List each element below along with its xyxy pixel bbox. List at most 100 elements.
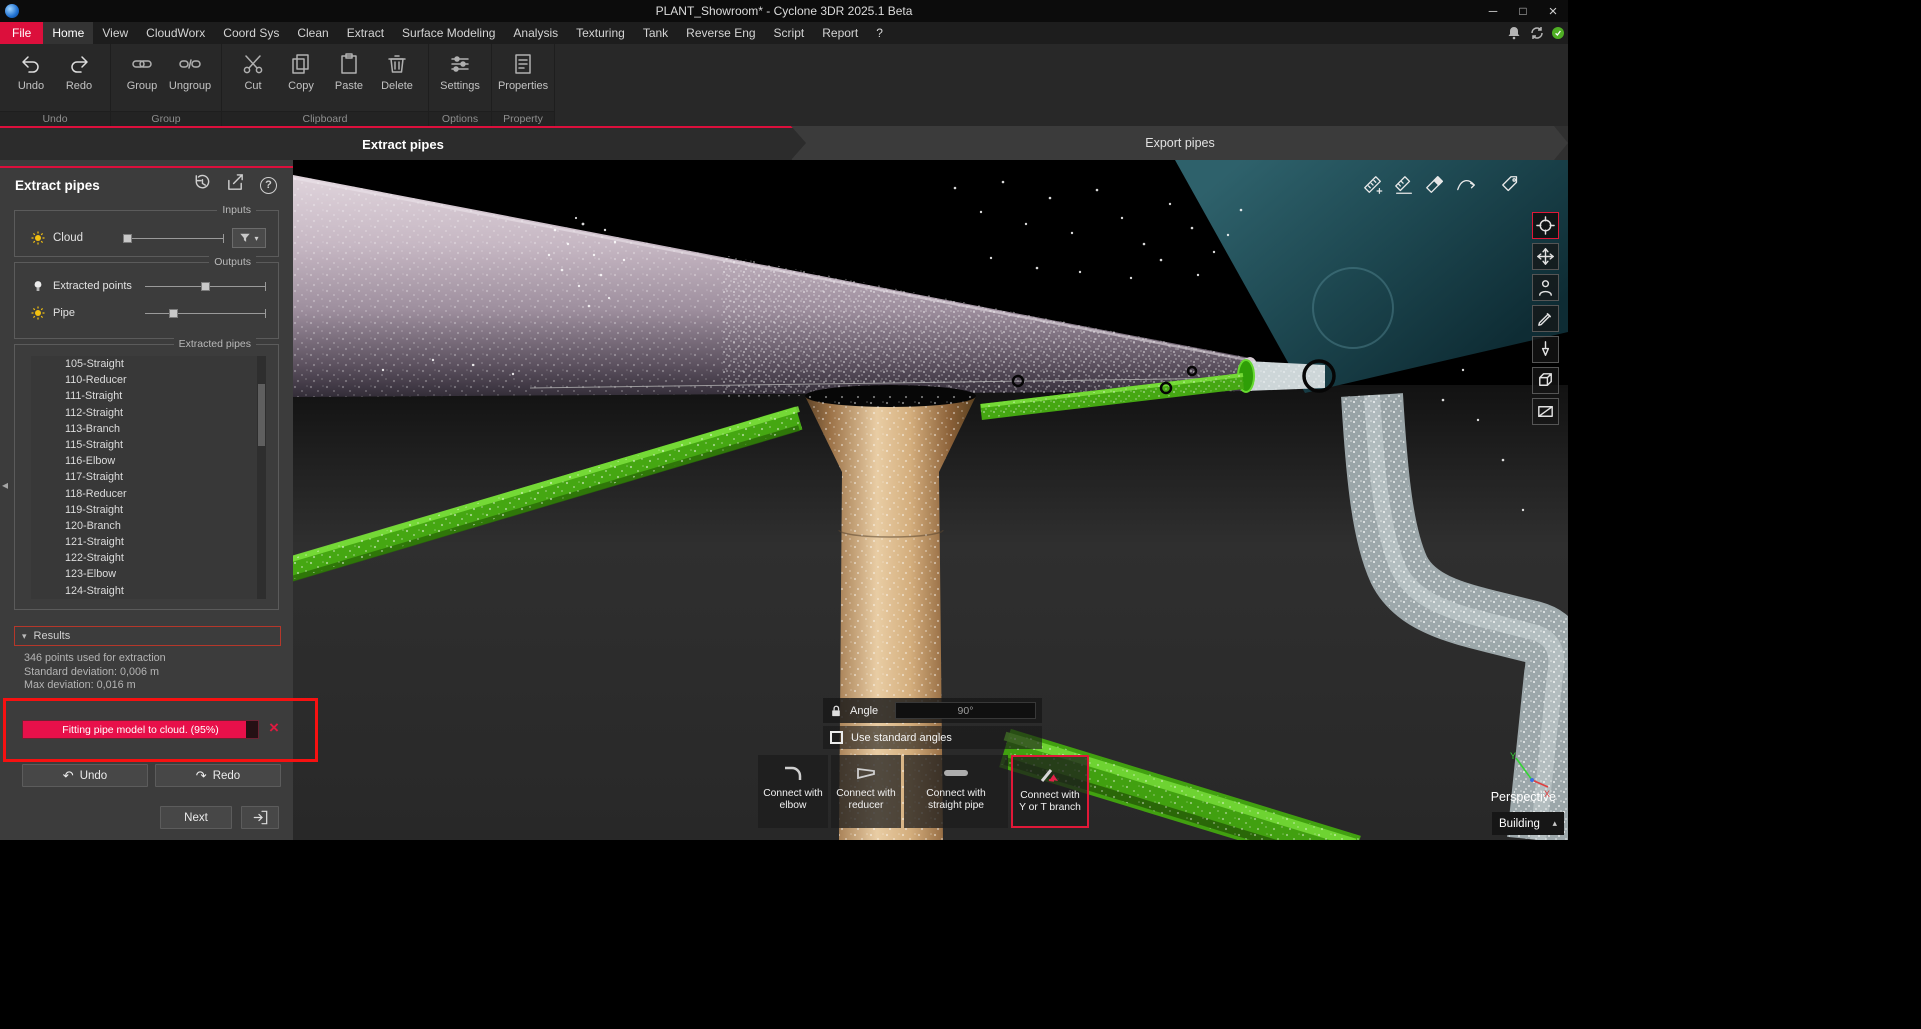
export-result-icon[interactable] — [226, 173, 245, 197]
connect-with-straight-pipe-button[interactable]: Connect with straight pipe — [904, 755, 1008, 828]
sun-icon[interactable] — [31, 231, 45, 245]
sun-icon[interactable] — [31, 306, 45, 320]
help-icon[interactable]: ? — [260, 177, 277, 194]
tab-export-pipes[interactable]: Export pipes — [792, 126, 1568, 160]
next-button[interactable]: Next — [160, 806, 232, 829]
pipe-list-item[interactable]: 119-Straight — [31, 502, 266, 518]
pipe-label: Pipe — [53, 307, 137, 319]
pipe-list-item[interactable]: 116-Elbow — [31, 453, 266, 469]
label-tag-icon[interactable] — [1498, 172, 1524, 198]
minimize-button[interactable]: ─ — [1478, 0, 1508, 22]
paste-button[interactable]: Paste — [328, 52, 370, 92]
history-icon[interactable] — [192, 173, 211, 197]
pipe-list-item[interactable]: 105-Straight — [31, 356, 266, 372]
reducer-pipe-icon — [854, 761, 878, 785]
cube-view-tool-icon[interactable] — [1532, 367, 1559, 394]
bulb-icon[interactable] — [31, 279, 45, 293]
scrollbar-thumb[interactable] — [258, 384, 265, 446]
menu-coord-sys[interactable]: Coord Sys — [214, 22, 288, 44]
menu-reverse-eng[interactable]: Reverse Eng — [677, 22, 764, 44]
menu-texturing[interactable]: Texturing — [567, 22, 634, 44]
menu-help[interactable]: ? — [867, 22, 892, 44]
pipe-list-item[interactable]: 124-Straight — [31, 583, 266, 599]
panel-collapse-handle[interactable]: ◂ — [2, 478, 8, 492]
pipe-opacity-slider[interactable] — [145, 309, 266, 318]
draw-tool-icon[interactable] — [1532, 305, 1559, 332]
properties-button[interactable]: Properties — [502, 52, 544, 92]
angle-input[interactable]: 90° — [895, 702, 1036, 719]
pipe-list-item[interactable]: 110-Reducer — [31, 372, 266, 388]
finish-exit-button[interactable] — [241, 806, 279, 829]
redo-icon — [67, 52, 91, 76]
panel-redo-button[interactable]: ↷ Redo — [155, 764, 281, 787]
measure-curve-icon[interactable] — [1453, 172, 1479, 198]
measure-surface-icon[interactable] — [1422, 172, 1448, 198]
first-person-tool-icon[interactable] — [1532, 274, 1559, 301]
menu-view[interactable]: View — [93, 22, 137, 44]
elbow-pipe-icon — [781, 761, 805, 785]
menu-tank[interactable]: Tank — [634, 22, 677, 44]
plumb-tool-icon[interactable] — [1532, 336, 1559, 363]
tab-extract-pipes[interactable]: Extract pipes — [0, 126, 806, 160]
pipe-list-item[interactable]: 122-Straight — [31, 550, 266, 566]
pipe-list-item[interactable]: 111-Straight — [31, 388, 266, 404]
redo-button[interactable]: Redo — [58, 52, 100, 92]
menu-analysis[interactable]: Analysis — [504, 22, 567, 44]
pipe-list-item[interactable]: 120-Branch — [31, 518, 266, 534]
menu-script[interactable]: Script — [765, 22, 814, 44]
extracted-points-slider[interactable] — [145, 282, 266, 291]
pipe-list-item[interactable]: 115-Straight — [31, 437, 266, 453]
menu-surface-modeling[interactable]: Surface Modeling — [393, 22, 504, 44]
close-button[interactable]: × — [1538, 0, 1568, 22]
pipe-list-item[interactable]: 121-Straight — [31, 534, 266, 550]
pipe-list-item[interactable]: 123-Elbow — [31, 566, 266, 582]
menu-report[interactable]: Report — [813, 22, 867, 44]
extracted-pipes-list[interactable]: 105-Straight 110-Reducer 111-Straight 11… — [31, 356, 266, 599]
orbit-tool-icon[interactable] — [1532, 212, 1559, 239]
slider-handle[interactable] — [123, 234, 132, 243]
pip e-list-item[interactable]: 112-Straight — [31, 405, 266, 421]
menu-file[interactable]: File — [0, 22, 43, 44]
cloud-filter-button[interactable]: ▾ — [232, 228, 266, 248]
cancel-progress-button[interactable]: × — [264, 718, 284, 738]
slider-handle[interactable] — [201, 282, 210, 291]
results-line: Standard deviation: 0,006 m — [24, 666, 279, 680]
sync-icon[interactable] — [1529, 25, 1545, 41]
copy-button[interactable]: Copy — [280, 52, 322, 92]
group-button[interactable]: Group — [121, 52, 163, 92]
measure-oblique-icon[interactable] — [1391, 172, 1417, 198]
use-standard-angles-checkbox[interactable] — [830, 731, 843, 744]
slider-handle[interactable] — [169, 309, 178, 318]
pan-tool-icon[interactable] — [1532, 243, 1559, 270]
menu-extract[interactable]: Extract — [338, 22, 393, 44]
building-dropdown[interactable]: Building ▴ — [1492, 812, 1564, 835]
results-collapse-header[interactable]: ▾ Results — [14, 626, 281, 646]
list-scrollbar[interactable] — [257, 356, 266, 599]
menu-cloudworx[interactable]: CloudWorx — [137, 22, 214, 44]
menu-home[interactable]: Home — [43, 22, 93, 44]
pipe-list-item[interactable]: 113-Branch — [31, 421, 266, 437]
connect-with-elbow-button[interactable]: Connect with elbow — [758, 755, 828, 828]
maximize-button[interactable]: □ — [1508, 0, 1538, 22]
menu-bar: File Home View CloudWorx Coord Sys Clean… — [0, 22, 1568, 44]
settings-button[interactable]: Settings — [439, 52, 481, 92]
pipe-list-item[interactable]: 118-Reducer — [31, 486, 266, 502]
3d-viewport[interactable]: Angle 90° Use standard angles Connect wi… — [293, 160, 1568, 840]
menu-clean[interactable]: Clean — [288, 22, 337, 44]
delete-button[interactable]: Delete — [376, 52, 418, 92]
chevron-down-icon: ▾ — [22, 631, 27, 642]
undo-button[interactable]: Undo — [10, 52, 52, 92]
ungroup-button[interactable]: Ungroup — [169, 52, 211, 92]
cut-button[interactable]: Cut — [232, 52, 274, 92]
connect-with-reducer-button[interactable]: Connect with reducer — [831, 755, 901, 828]
results-label: Results — [34, 630, 71, 642]
pipe-list-item[interactable]: 117-Straight — [31, 469, 266, 485]
cloud-opacity-slider[interactable] — [123, 234, 224, 243]
axes-widget: Y X — [1504, 750, 1552, 798]
measure-distance-icon[interactable] — [1360, 172, 1386, 198]
status-online-icon[interactable] — [1552, 27, 1564, 39]
panel-undo-button[interactable]: ↶ Undo — [22, 764, 148, 787]
section-plane-tool-icon[interactable] — [1532, 398, 1559, 425]
notification-bell-icon[interactable] — [1506, 25, 1522, 41]
connect-with-y-or-t-branch-button[interactable]: Connect with Y or T branch — [1011, 755, 1089, 828]
